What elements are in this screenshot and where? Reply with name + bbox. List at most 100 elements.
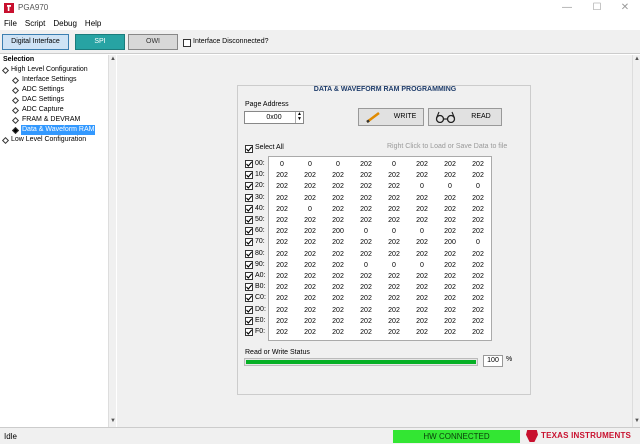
ram-cell[interactable]: 202 [269, 250, 295, 260]
tree-item-interface-settings[interactable]: Interface Settings [0, 75, 110, 85]
ram-cell[interactable]: 202 [437, 205, 463, 215]
ram-cell[interactable]: 202 [409, 194, 435, 204]
ram-cell[interactable]: 202 [297, 272, 323, 282]
tree-item-data-waveform-ram[interactable]: Data & Waveform RAM [0, 125, 110, 135]
minimize-icon[interactable]: — [552, 1, 582, 16]
select-all-checkbox[interactable] [245, 145, 253, 153]
read-button[interactable]: READ [428, 108, 502, 126]
close-icon[interactable]: ✕ [610, 1, 640, 16]
ram-cell[interactable]: 202 [325, 250, 351, 260]
ram-cell[interactable]: 202 [269, 227, 295, 237]
tree-item-adc-capture[interactable]: ADC Capture [0, 105, 110, 115]
ram-cell[interactable]: 202 [437, 250, 463, 260]
ram-cell[interactable]: 202 [381, 250, 407, 260]
ram-cell[interactable]: 202 [297, 283, 323, 293]
ram-cell[interactable]: 202 [353, 182, 379, 192]
ram-cell[interactable]: 202 [297, 171, 323, 181]
tree-item-high-level-configuration[interactable]: High Level Configuration [0, 65, 110, 75]
ram-cell[interactable]: 202 [437, 306, 463, 316]
ram-cell[interactable]: 202 [325, 317, 351, 327]
ram-cell[interactable]: 202 [325, 261, 351, 271]
ram-cell[interactable]: 202 [409, 317, 435, 327]
ram-cell[interactable]: 202 [465, 205, 491, 215]
ram-cell[interactable]: 202 [465, 317, 491, 327]
ram-cell[interactable]: 202 [269, 328, 295, 338]
row-select-checkbox[interactable] [245, 160, 253, 168]
ram-cell[interactable]: 202 [409, 306, 435, 316]
ram-cell[interactable]: 202 [269, 283, 295, 293]
scroll-up-icon[interactable]: ▲ [634, 56, 640, 62]
ram-cell[interactable]: 202 [353, 328, 379, 338]
ram-cell[interactable]: 202 [381, 205, 407, 215]
ram-cell[interactable]: 202 [437, 317, 463, 327]
row-select-checkbox[interactable] [245, 171, 253, 180]
ram-cell[interactable]: 202 [465, 194, 491, 204]
ram-cell[interactable]: 202 [437, 194, 463, 204]
ram-cell[interactable]: 202 [325, 194, 351, 204]
ram-cell[interactable]: 202 [409, 160, 435, 170]
ram-cell[interactable]: 0 [409, 261, 435, 271]
ram-cell[interactable]: 0 [409, 227, 435, 237]
ram-cell[interactable]: 0 [353, 227, 379, 237]
ram-cell[interactable]: 202 [325, 205, 351, 215]
ram-cell[interactable]: 202 [381, 194, 407, 204]
ram-cell[interactable]: 202 [297, 261, 323, 271]
ram-cell[interactable]: 202 [297, 194, 323, 204]
row-select-checkbox[interactable] [245, 260, 253, 269]
ram-cell[interactable]: 202 [465, 171, 491, 181]
ram-cell[interactable]: 202 [353, 238, 379, 248]
ram-cell[interactable]: 202 [269, 317, 295, 327]
ram-cell[interactable]: 0 [381, 261, 407, 271]
ram-cell[interactable]: 202 [297, 238, 323, 248]
ram-cell[interactable]: 202 [409, 205, 435, 215]
ram-cell[interactable]: 202 [353, 194, 379, 204]
sidebar-scrollbar[interactable]: ▲ ▼ [108, 55, 116, 427]
ram-cell[interactable]: 202 [409, 216, 435, 226]
ram-cell[interactable]: 202 [437, 160, 463, 170]
ram-cell[interactable]: 202 [297, 250, 323, 260]
ram-cell[interactable]: 202 [465, 216, 491, 226]
ram-cell[interactable]: 202 [465, 294, 491, 304]
ram-cell[interactable]: 202 [269, 182, 295, 192]
ram-cell[interactable]: 0 [409, 182, 435, 192]
ram-cell[interactable]: 202 [409, 272, 435, 282]
ram-cell[interactable]: 202 [353, 205, 379, 215]
ram-cell[interactable]: 202 [409, 238, 435, 248]
main-scrollbar[interactable]: ▲ ▼ [632, 55, 640, 427]
row-select-checkbox[interactable] [245, 328, 253, 336]
ram-cell[interactable]: 202 [353, 294, 379, 304]
row-select-checkbox[interactable] [245, 249, 253, 258]
row-select-checkbox[interactable] [245, 283, 253, 292]
tree-item-dac-settings[interactable]: DAC Settings [0, 95, 110, 105]
ram-cell[interactable]: 202 [437, 328, 463, 338]
ram-cell[interactable]: 202 [381, 306, 407, 316]
digital-interface-button[interactable]: Digital Interface [2, 34, 69, 50]
scroll-up-icon[interactable]: ▲ [110, 56, 116, 62]
ram-cell[interactable]: 202 [381, 238, 407, 248]
ram-cell[interactable]: 202 [353, 216, 379, 226]
spi-button[interactable]: SPI [75, 34, 125, 50]
ram-cell[interactable]: 202 [353, 160, 379, 170]
ram-cell[interactable]: 202 [409, 171, 435, 181]
row-select-checkbox[interactable] [245, 216, 253, 224]
ram-cell[interactable]: 0 [381, 227, 407, 237]
ram-cell[interactable]: 202 [269, 194, 295, 204]
ram-cell[interactable]: 202 [269, 294, 295, 304]
ram-cell[interactable]: 202 [269, 238, 295, 248]
ram-cell[interactable]: 202 [437, 283, 463, 293]
menu-debug[interactable]: Debug [49, 17, 81, 30]
ram-cell[interactable]: 202 [325, 182, 351, 192]
row-select-checkbox[interactable] [245, 294, 253, 303]
ram-cell[interactable]: 202 [297, 182, 323, 192]
ram-cell[interactable]: 202 [381, 171, 407, 181]
ram-cell[interactable]: 202 [381, 294, 407, 304]
ram-cell[interactable]: 202 [381, 182, 407, 192]
ram-cell[interactable]: 202 [269, 216, 295, 226]
row-select-checkbox[interactable] [245, 305, 253, 314]
tree-item-fram-devram[interactable]: FRAM & DEVRAM [0, 115, 110, 125]
ram-cell[interactable]: 202 [437, 216, 463, 226]
ram-cell[interactable]: 202 [269, 171, 295, 181]
ram-cell[interactable]: 202 [465, 283, 491, 293]
row-select-checkbox[interactable] [245, 316, 253, 325]
ram-cell[interactable]: 0 [353, 261, 379, 271]
